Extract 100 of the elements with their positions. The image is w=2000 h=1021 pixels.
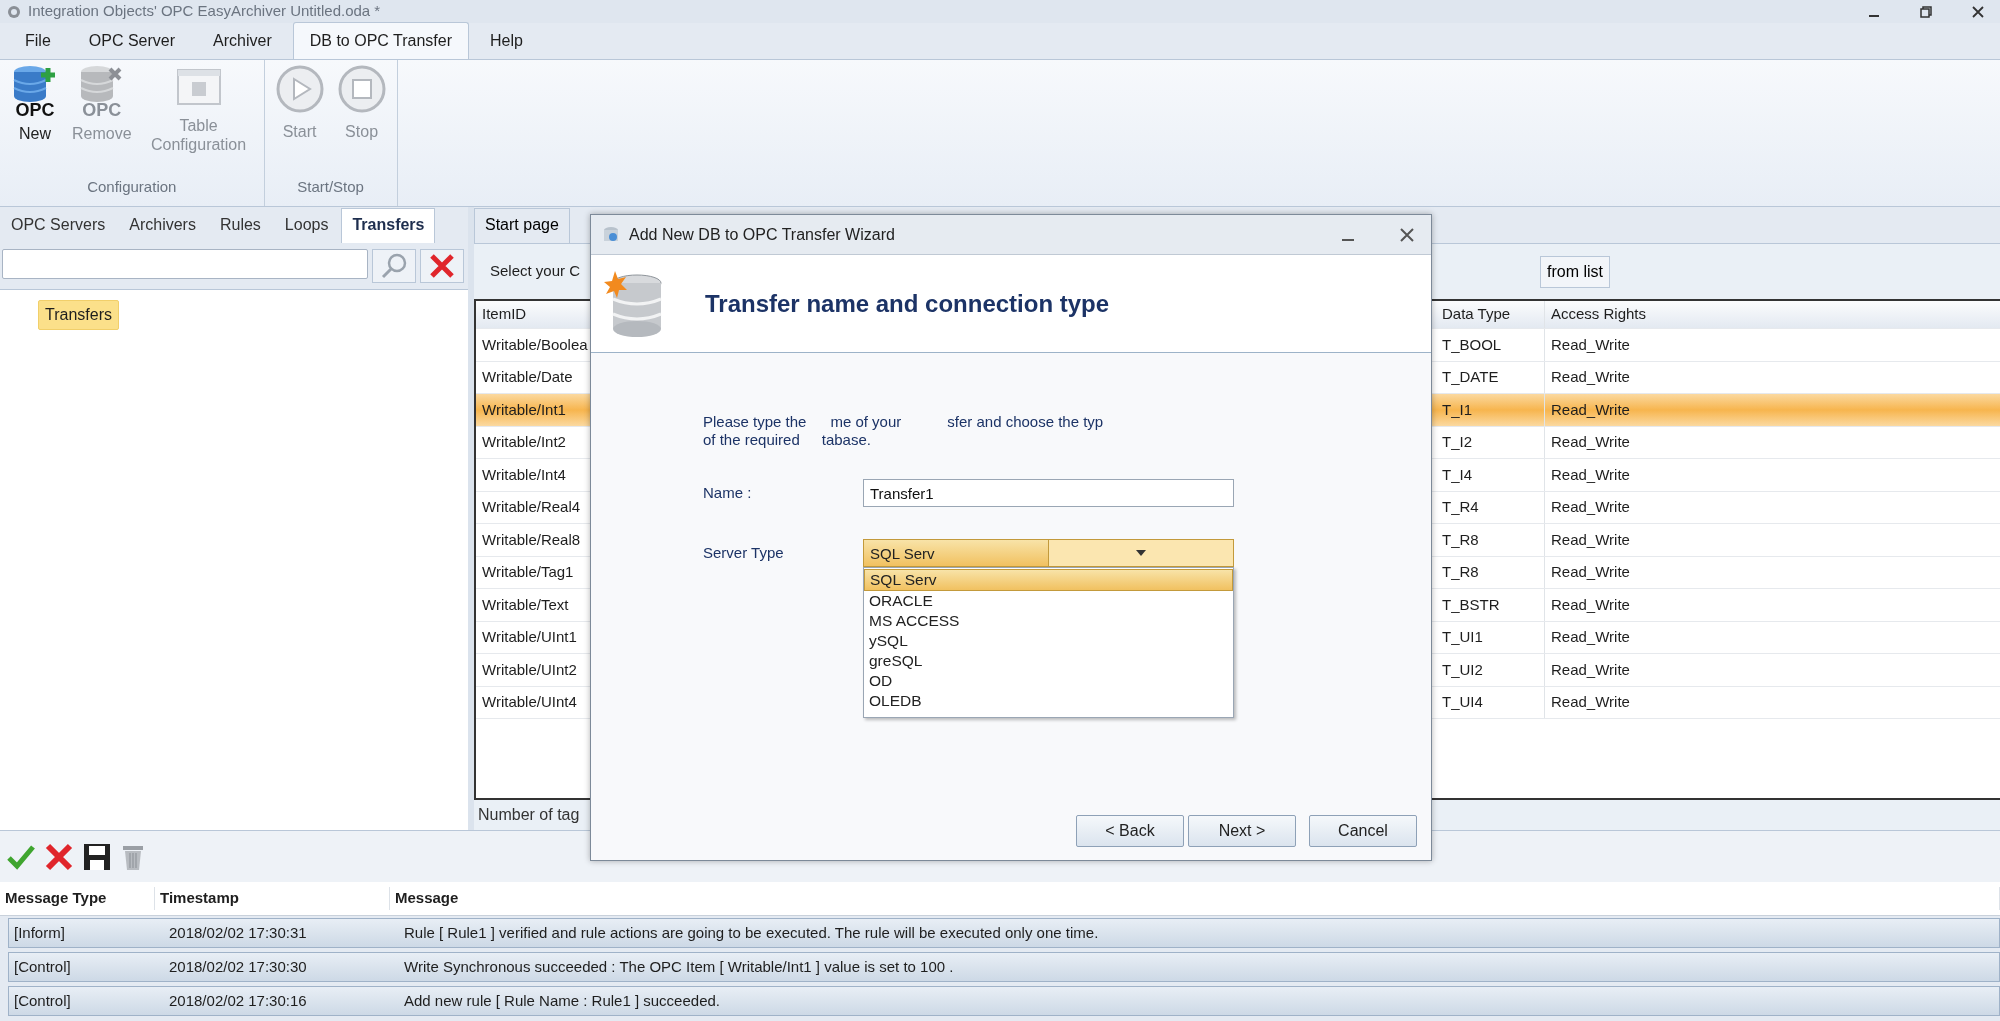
table-cell: Read_Write bbox=[1544, 686, 2000, 718]
dropdown-option[interactable]: OLEDB bbox=[864, 691, 1233, 711]
column-header: ItemID bbox=[481, 304, 528, 325]
group-label: Configuration bbox=[86, 176, 178, 197]
panel-tab[interactable]: Transfers bbox=[341, 208, 436, 243]
menu-tab[interactable]: Archiver bbox=[196, 22, 289, 59]
table-cell-text: T_BOOL bbox=[1441, 334, 1503, 355]
log-cell-text: Add new rule [ Rule Name : Rule1 ] succeeded. bbox=[403, 990, 721, 1011]
log-cell-text: 2018/02/02 17:30:30 bbox=[168, 956, 308, 977]
panel-tab[interactable]: Loops bbox=[273, 208, 340, 243]
clear-icon bbox=[428, 252, 456, 280]
dropdown-option[interactable]: ORACLE bbox=[864, 591, 1233, 611]
table-cell-text: T_DATE bbox=[1441, 367, 1500, 387]
menu-tab[interactable]: Help bbox=[473, 22, 540, 59]
window-title: Integration Objects' OPC EasyArchiver Untitled.oda * bbox=[28, 1, 381, 22]
menu-tab[interactable]: File bbox=[8, 22, 68, 59]
log-cell-text: [Control] bbox=[13, 956, 72, 977]
select-prompt: Select your C bbox=[490, 261, 581, 282]
dropdown-caret-icon bbox=[1136, 550, 1146, 556]
table-cell: Read_Write bbox=[1544, 426, 2000, 458]
column-header: Message bbox=[390, 887, 2000, 910]
table-cell: Read_Write bbox=[1544, 491, 2000, 523]
ribbon-button[interactable]: OPC New bbox=[6, 64, 64, 170]
table-cell: Read_Write bbox=[1544, 621, 2000, 653]
dialog-title: Add New DB to OPC Transfer Wizard bbox=[629, 224, 895, 245]
table-cell-text: Writable/Int2 bbox=[481, 432, 567, 452]
clear-button[interactable] bbox=[420, 249, 464, 283]
column-header: Message Type bbox=[0, 887, 155, 910]
table-cell: Read_Write bbox=[1544, 329, 2000, 361]
panel-tab[interactable]: Rules bbox=[208, 208, 272, 243]
server-type-label: Server Type bbox=[703, 542, 785, 563]
column-header: Access Rights bbox=[1544, 301, 2000, 328]
delete-x-icon[interactable] bbox=[44, 841, 74, 872]
table-cell-text: Writable/Real8 bbox=[481, 529, 582, 550]
search-icon bbox=[380, 252, 408, 280]
log-cell-text: Rule [ Rule1 ] verified and rule actions are going to be executed. The rule will be executed only one time. bbox=[403, 922, 1100, 943]
tree-item[interactable]: Transfers bbox=[38, 300, 119, 330]
table-cell-text: Writable/Int1 bbox=[481, 399, 567, 420]
table-cell-text: T_UI1 bbox=[1441, 627, 1484, 647]
search-field[interactable] bbox=[2, 249, 368, 279]
table-cell-text: Writable/Text bbox=[481, 594, 570, 615]
table-cell-text: Writable/Date bbox=[481, 367, 574, 387]
name-field[interactable]: Transfer1 bbox=[863, 479, 1234, 507]
dropdown-option[interactable]: greSQL bbox=[864, 651, 1233, 671]
menu-tab[interactable]: OPC Server bbox=[71, 22, 193, 59]
table-cell: Read_Write bbox=[1544, 394, 2000, 426]
instruction-text: Please type the bbox=[703, 413, 807, 431]
table-cell: Read_Write bbox=[1544, 361, 2000, 393]
table-cell: Read_Write bbox=[1544, 556, 2000, 588]
wizard-button[interactable]: Next > bbox=[1188, 815, 1296, 847]
dropdown-option[interactable]: ySQL bbox=[864, 631, 1233, 651]
close-icon[interactable] bbox=[1972, 5, 1984, 18]
log-cell-text: 2018/02/02 17:30:31 bbox=[168, 922, 308, 943]
menu-tab[interactable]: DB to OPC Transfer bbox=[292, 22, 469, 59]
instruction-text: sfer and choose the typ bbox=[947, 413, 1104, 431]
from-list-button[interactable]: from list bbox=[1540, 255, 1610, 288]
log-cell-text: [Control] bbox=[13, 990, 72, 1011]
table-cell-text: T_I2 bbox=[1441, 432, 1473, 452]
column-header: Timestamp bbox=[155, 887, 390, 910]
wizard-button[interactable]: Cancel bbox=[1309, 815, 1417, 847]
save-icon[interactable] bbox=[82, 841, 112, 872]
table-cell: Read_Write bbox=[1544, 459, 2000, 491]
panel-tab[interactable]: OPC Servers bbox=[0, 208, 117, 243]
table-cell-text: T_R8 bbox=[1441, 529, 1480, 550]
dropdown-option[interactable]: SQL Serv bbox=[864, 569, 1233, 591]
table-cell-text: Writable/UInt4 bbox=[481, 692, 578, 712]
table-cell-text: T_R8 bbox=[1441, 562, 1480, 582]
table-cell-text: T_R4 bbox=[1441, 497, 1480, 517]
log-cell-text: 2018/02/02 17:30:16 bbox=[168, 990, 308, 1011]
restore-icon[interactable] bbox=[1920, 5, 1932, 18]
table-cell-text: T_I4 bbox=[1441, 464, 1473, 485]
table-cell: Read_Write bbox=[1544, 524, 2000, 556]
table-cell-text: T_I1 bbox=[1441, 399, 1473, 420]
instruction-text: of the required bbox=[703, 431, 800, 449]
group-label: Start/Stop bbox=[296, 176, 365, 197]
instruction-text: me of your bbox=[830, 413, 902, 431]
table-cell-text: Writable/Tag1 bbox=[481, 562, 575, 582]
wizard-button[interactable]: < Back bbox=[1076, 815, 1184, 847]
table-cell-text: Writable/Real4 bbox=[481, 497, 582, 517]
table-cell-text: Writable/Int4 bbox=[481, 464, 567, 485]
table-cell-text: Writable/UInt1 bbox=[481, 627, 578, 647]
server-type-dropdown[interactable]: SQL Serv bbox=[863, 539, 1234, 567]
dropdown-option[interactable]: MS ACCESS bbox=[864, 611, 1233, 631]
table-cell-text: T_UI4 bbox=[1441, 692, 1484, 712]
dropdown-option[interactable]: OD bbox=[864, 671, 1233, 691]
log-cell-text: Write Synchronous succeeded : The OPC Item [ Writable/Int1 ] value is set to 100 . bbox=[403, 956, 955, 977]
table-cell-text: T_BSTR bbox=[1441, 594, 1501, 615]
name-label: Name : bbox=[703, 482, 753, 503]
table-cell-text: T_UI2 bbox=[1441, 659, 1484, 680]
dialog-heading: Transfer name and connection type bbox=[705, 288, 1110, 319]
instruction-text: tabase. bbox=[821, 431, 871, 449]
column-header: Data Type bbox=[1441, 304, 1512, 325]
stop-circle-icon bbox=[336, 64, 387, 114]
panel-tab[interactable]: Archivers bbox=[118, 208, 207, 243]
close-icon[interactable] bbox=[1399, 227, 1414, 242]
log-cell-text: [Inform] bbox=[13, 922, 66, 943]
play-circle-icon bbox=[274, 64, 325, 114]
table-cell: Read_Write bbox=[1544, 589, 2000, 621]
document-tab[interactable]: Start page bbox=[474, 208, 570, 243]
table-cell: Read_Write bbox=[1544, 654, 2000, 686]
